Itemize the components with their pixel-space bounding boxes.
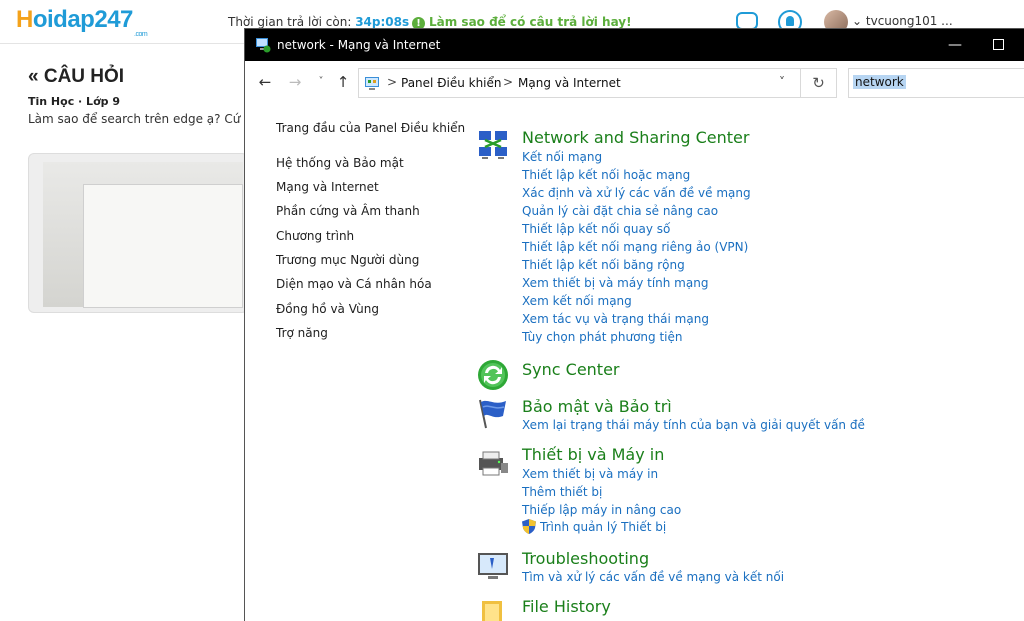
nav-user-accounts[interactable]: Trương mục Người dùng: [276, 253, 419, 267]
network-app-icon: [256, 38, 271, 53]
link-media-streaming[interactable]: Tùy chọn phát phương tiện: [522, 330, 683, 344]
link-add-device[interactable]: Thêm thiết bị: [522, 485, 602, 499]
sync-center-title[interactable]: Sync Center: [522, 360, 620, 379]
timer-value: 34p:08s: [355, 15, 410, 29]
printer-icon: [479, 451, 508, 476]
search-query: network: [853, 75, 906, 89]
link-setup-connection[interactable]: Thiết lập kết nối hoặc mạng: [522, 168, 690, 182]
link-network-status[interactable]: Xem tác vụ và trạng thái mạng: [522, 312, 709, 326]
breadcrumb-network-internet[interactable]: Mạng và Internet: [518, 76, 621, 90]
nav-system-security[interactable]: Hệ thống và Bảo mật: [276, 156, 404, 170]
control-panel-window: network - Mạng và Internet — ← → ˅ ↑ > P…: [244, 28, 1024, 621]
uac-shield-icon: [522, 519, 536, 534]
link-vpn[interactable]: Thiết lập kết nối mạng riêng ảo (VPN): [522, 240, 748, 254]
question-image[interactable]: [28, 153, 248, 313]
breadcrumb-control-panel[interactable]: Panel Điều khiển: [401, 76, 502, 90]
devices-title[interactable]: Thiết bị và Máy in: [522, 445, 664, 464]
photo-background: [43, 162, 243, 308]
link-review-status[interactable]: Xem lại trạng thái máy tính của bạn và g…: [522, 418, 865, 432]
recent-locations-button[interactable]: ˅: [311, 71, 331, 93]
link-view-connections[interactable]: Xem kết nối mạng: [522, 294, 632, 308]
site-logo[interactable]: Hoidap247 .com: [16, 6, 148, 38]
up-button[interactable]: ↑: [333, 71, 353, 93]
page-title[interactable]: « CÂU HỎI: [28, 66, 124, 88]
answer-timer: Thời gian trả lời còn: 34p:08s: [228, 15, 410, 29]
refresh-button[interactable]: ↻: [801, 68, 837, 98]
question-text: Làm sao để search trên edge ạ? Cứ bị lỗ: [28, 112, 270, 126]
link-broadband[interactable]: Thiết lập kết nối băng rộng: [522, 258, 685, 272]
nav-appearance[interactable]: Diện mạo và Cá nhân hóa: [276, 277, 432, 291]
window-title: network - Mạng và Internet: [277, 38, 441, 52]
link-advanced-sharing[interactable]: Quản lý cài đặt chia sẻ nâng cao: [522, 204, 718, 218]
back-button[interactable]: ←: [255, 71, 275, 93]
file-history-icon: [482, 601, 502, 621]
nav-ease-of-access[interactable]: Trợ năng: [276, 326, 328, 340]
link-network-connections[interactable]: Kết nối mạng: [522, 150, 602, 164]
nav-network-internet[interactable]: Mạng và Internet: [276, 180, 379, 194]
network-sharing-title[interactable]: Network and Sharing Center: [522, 128, 749, 147]
link-advanced-printer[interactable]: Thiếp lập máy in nâng cao: [522, 503, 681, 517]
breadcrumb-separator[interactable]: >: [503, 75, 513, 89]
troubleshooting-title[interactable]: Troubleshooting: [522, 549, 649, 568]
network-sharing-icon: [479, 131, 507, 159]
security-flag-icon: [479, 399, 506, 429]
forward-button[interactable]: →: [285, 71, 305, 93]
maximize-button[interactable]: [993, 39, 1004, 50]
nav-programs[interactable]: Chương trình: [276, 229, 354, 243]
link-view-devices[interactable]: Xem thiết bị và máy in: [522, 467, 658, 481]
address-dropdown-button[interactable]: ˅: [779, 75, 785, 89]
troubleshooting-icon: [478, 553, 508, 579]
breadcrumb-separator[interactable]: >: [387, 75, 397, 89]
link-identify-repair[interactable]: Xác định và xử lý các vấn đề về mạng: [522, 186, 751, 200]
security-title[interactable]: Bảo mật và Bảo trì: [522, 397, 672, 416]
address-bar[interactable]: > Panel Điều khiển > Mạng và Internet ˅: [358, 68, 801, 98]
title-bar[interactable]: network - Mạng và Internet —: [245, 29, 1024, 61]
nav-clock-region[interactable]: Đồng hồ và Vùng: [276, 302, 379, 316]
link-view-network-devices[interactable]: Xem thiết bị và máy tính mạng: [522, 276, 708, 290]
file-history-title[interactable]: File History: [522, 597, 611, 616]
search-input[interactable]: network: [848, 68, 1024, 98]
nav-hardware-sound[interactable]: Phần cứng và Âm thanh: [276, 204, 420, 218]
chevron-down-icon: ⌄: [852, 14, 863, 28]
minimize-button[interactable]: —: [945, 33, 965, 57]
sync-center-icon: [478, 360, 508, 390]
link-device-manager[interactable]: Trình quản lý Thiết bị: [540, 520, 666, 534]
link-dialup[interactable]: Thiết lập kết nối quay số: [522, 222, 670, 236]
question-subject: Tin Học · Lớp 9: [28, 95, 120, 108]
nav-control-panel-home[interactable]: Trang đầu của Panel Điều khiển: [276, 121, 465, 135]
photo-dialog: [83, 184, 243, 308]
username[interactable]: ⌄ tvcuong101 ...: [852, 14, 953, 28]
link-fix-network-problems[interactable]: Tìm và xử lý các vấn đề về mạng và kết n…: [522, 570, 784, 584]
navigation-bar: ← → ˅ ↑ > Panel Điều khiển > Mạng và Int…: [245, 61, 1024, 103]
control-panel-icon: [365, 77, 379, 90]
